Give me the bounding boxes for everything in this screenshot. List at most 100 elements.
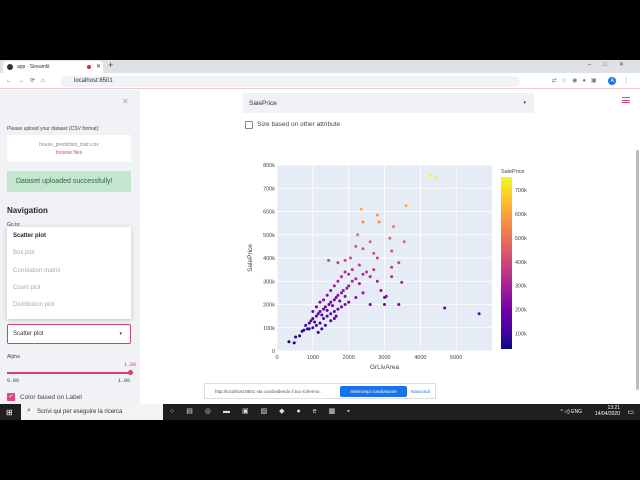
system-tray: ^ ◁) ENG 13:21 14/04/2020 <box>561 405 620 417</box>
stop-sharing-button[interactable]: Interrompi condivisione <box>340 386 407 397</box>
y-tick-label: 500k <box>263 233 275 239</box>
data-point <box>361 220 365 224</box>
data-point <box>340 305 343 309</box>
sidebar: ✕ Please upload your dataset (CSV format… <box>0 90 140 404</box>
size-checkbox[interactable] <box>245 121 253 129</box>
x-tick-label: 3000 <box>378 355 390 361</box>
file-name: house_prediction_train.csv <box>39 142 99 148</box>
option-box-plot[interactable]: Box plot <box>13 250 125 267</box>
data-point <box>354 244 358 248</box>
browse-files-link[interactable]: browse files <box>7 150 131 156</box>
option-correlation-matrix[interactable]: Correlation matrix <box>13 268 125 285</box>
data-point <box>287 340 291 344</box>
browser-tab[interactable]: app · Streamlit ✕ <box>3 61 103 73</box>
data-point <box>311 309 315 313</box>
data-point <box>314 323 318 327</box>
alpha-min: 0.00 <box>7 378 20 384</box>
taskbar-app-icons[interactable]: ○▤◎▬▣▨◆●e▩▪ <box>170 407 362 415</box>
option-scatter-plot[interactable]: Scatter plot <box>13 233 125 250</box>
data-point <box>307 327 311 331</box>
data-point <box>388 236 392 240</box>
data-point <box>298 334 302 338</box>
data-point <box>329 300 333 304</box>
y-tick-label: 0 <box>272 349 275 355</box>
taskbar: ⊞ ⌕ Scrivi qui per eseguire la ricerca ○▤… <box>0 404 640 420</box>
y-tick-label: 600k <box>263 210 275 216</box>
option-distribution-plot[interactable]: Distribution plot <box>13 302 125 319</box>
data-point <box>341 289 345 293</box>
notification-icon[interactable]: ▭ <box>627 408 634 416</box>
windows-start-icon[interactable]: ⊞ <box>6 408 13 417</box>
chevron-down-icon: ▾ <box>523 100 526 106</box>
data-point <box>347 300 351 304</box>
new-tab-button[interactable]: + <box>108 60 113 70</box>
clock-date[interactable]: 14/04/2020 <box>595 411 620 417</box>
data-point <box>329 319 333 323</box>
data-point <box>375 279 379 283</box>
data-point <box>338 299 342 303</box>
profile-avatar[interactable]: A <box>608 77 617 85</box>
alpha-slider-track[interactable] <box>7 372 131 374</box>
window-controls[interactable]: –□✕ <box>588 61 636 68</box>
data-point <box>332 284 336 288</box>
search-icon: ⌕ <box>27 407 31 414</box>
option-count-plot[interactable]: Count plot <box>13 285 125 302</box>
scrollbar[interactable] <box>636 150 639 390</box>
url-field[interactable]: localhost:8501 <box>60 76 520 87</box>
screen: app · Streamlit ✕ + –□✕ ←→⟳⌂ localhost:85… <box>0 60 640 420</box>
file-uploader[interactable]: house_prediction_train.csvbrowse files <box>7 135 131 162</box>
data-point <box>327 258 331 262</box>
data-point <box>294 335 298 339</box>
close-sidebar-icon[interactable]: ✕ <box>122 97 129 106</box>
data-point <box>329 289 333 293</box>
data-point <box>384 294 388 298</box>
close-tab-icon[interactable]: ✕ <box>96 63 101 70</box>
data-point <box>311 326 315 330</box>
data-point <box>318 300 322 304</box>
hide-button[interactable]: Nascondi <box>411 389 430 394</box>
extension-icons[interactable]: ⇄☆◉●▣ A ⋮ <box>552 77 634 85</box>
tray-icons[interactable]: ^ ◁) ENG <box>561 409 582 415</box>
data-point <box>331 304 335 308</box>
color-checkbox[interactable]: ✓ <box>7 393 15 401</box>
language: ENG <box>571 409 582 415</box>
navigation-dropdown-menu: Scatter plot Box plot Correlation matrix… <box>7 227 131 319</box>
data-point <box>336 261 340 265</box>
data-point <box>347 272 351 276</box>
data-point <box>397 303 401 306</box>
color-checkbox-label: Color based on Label <box>20 394 82 401</box>
data-point <box>323 323 327 327</box>
data-point <box>357 263 361 267</box>
data-point <box>336 279 340 283</box>
colorbar-title: SalePrice <box>501 169 525 175</box>
y-attribute-select[interactable]: SalePrice ▾ <box>243 93 534 113</box>
x-tick-label: 1000 <box>307 355 319 361</box>
tab-title: app · Streamlit <box>17 64 50 70</box>
colorbar-tick-label: 400k <box>515 260 527 266</box>
data-point <box>329 312 333 316</box>
success-alert: Dataset uploaded successfully! <box>7 171 131 192</box>
data-point <box>343 303 347 306</box>
data-point <box>365 270 369 274</box>
search-placeholder: Scrivi qui per eseguire la ricerca <box>37 409 123 415</box>
data-point <box>359 207 363 211</box>
data-point <box>325 314 329 318</box>
alpha-slider-handle[interactable] <box>128 370 133 375</box>
hamburger-menu-icon[interactable] <box>622 97 630 105</box>
data-point <box>375 256 379 260</box>
taskbar-search[interactable]: ⌕ Scrivi qui per eseguire la ricerca <box>21 404 163 420</box>
data-point <box>318 309 322 313</box>
data-point <box>350 279 354 283</box>
data-point <box>354 296 358 300</box>
data-point <box>320 327 324 331</box>
data-point <box>336 307 340 311</box>
data-point <box>311 316 315 320</box>
data-point <box>368 240 372 244</box>
nav-buttons[interactable]: ←→⟳⌂ <box>6 77 51 84</box>
data-point <box>434 176 438 180</box>
y-select-value: SalePrice <box>249 100 277 107</box>
data-point <box>390 275 394 279</box>
y-tick-label: 300k <box>263 279 275 285</box>
navigation-select[interactable]: Scatter plot ▾ <box>7 324 131 344</box>
data-point <box>383 303 386 306</box>
